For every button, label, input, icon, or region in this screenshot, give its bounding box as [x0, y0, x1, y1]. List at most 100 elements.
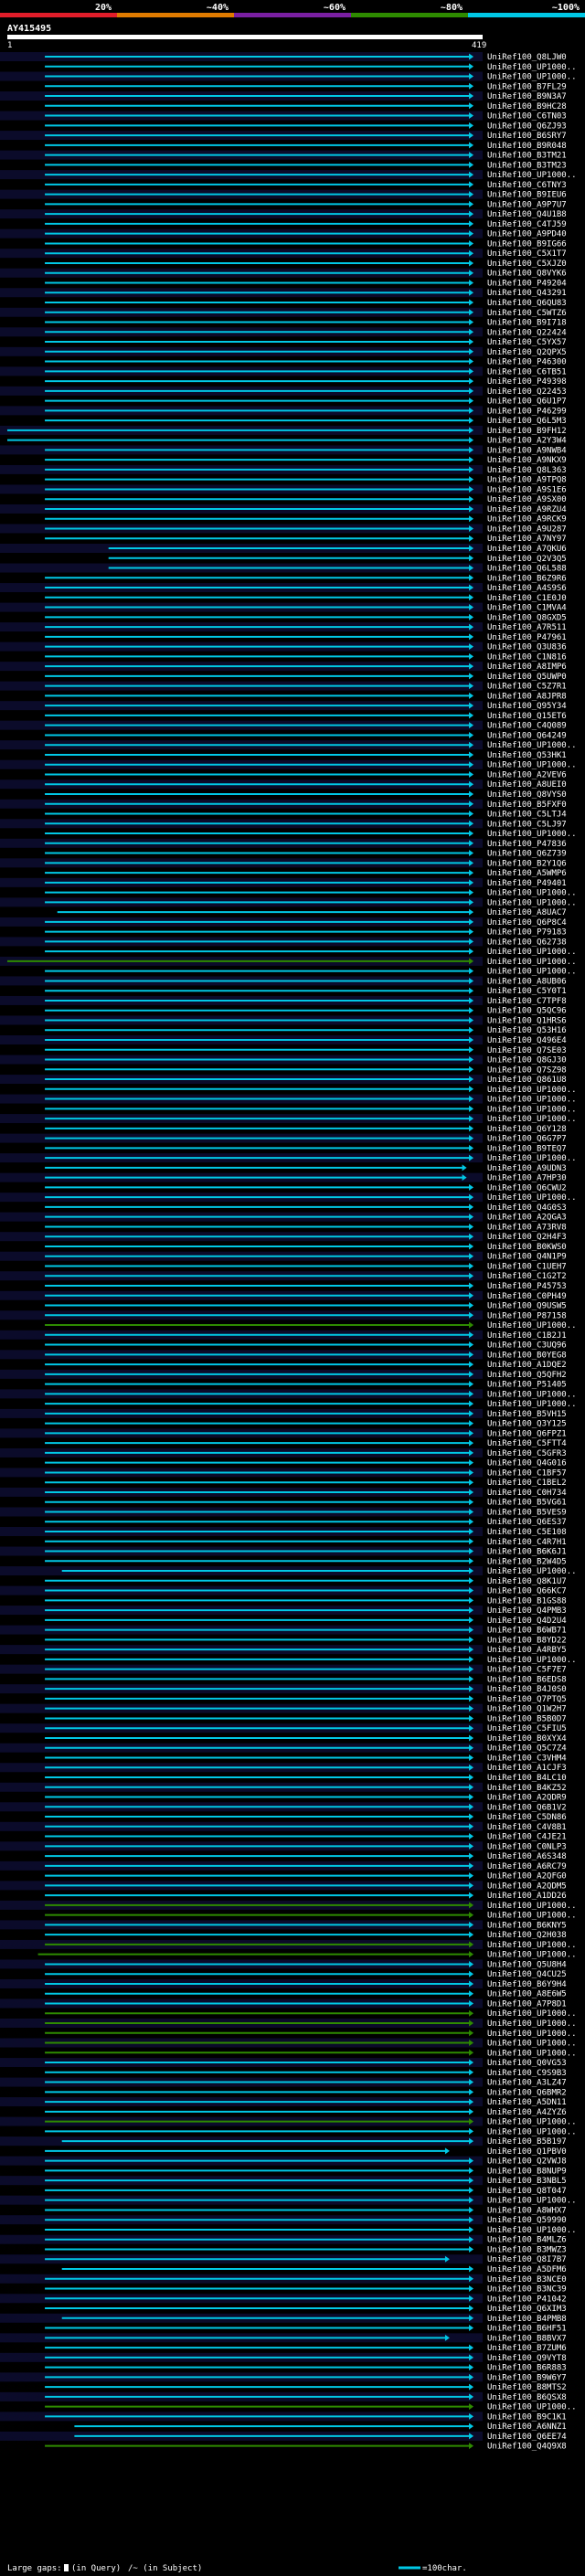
hit-label[interactable]: UniRef100_A2Y3W4: [487, 437, 567, 446]
hit-label[interactable]: UniRef100_B6Z9R6: [487, 574, 567, 583]
hit-label[interactable]: UniRef100_P41042: [487, 2295, 567, 2304]
hit-label[interactable]: UniRef100_B6K6J1: [487, 1548, 567, 1557]
hit-label[interactable]: UniRef100_C5GFR3: [487, 1449, 567, 1458]
hit-label[interactable]: UniRef100_B6QSX8: [487, 2393, 567, 2402]
hit-label[interactable]: UniRef100_UP1000..: [487, 73, 577, 82]
hit-label[interactable]: UniRef100_B6R883: [487, 2364, 567, 2373]
hit-label[interactable]: UniRef100_P47961: [487, 633, 567, 642]
hit-label[interactable]: UniRef100_B3NBL5: [487, 2177, 567, 2186]
hit-label[interactable]: UniRef100_B9R048: [487, 142, 567, 151]
hit-label[interactable]: UniRef100_B3NCE0: [487, 2275, 567, 2284]
hit-label[interactable]: UniRef100_Q62738: [487, 938, 567, 947]
hit-label[interactable]: UniRef100_B9W6Y7: [487, 2373, 567, 2382]
hit-label[interactable]: UniRef100_B5VES9: [487, 1508, 567, 1517]
hit-label[interactable]: UniRef100_UP1000..: [487, 2403, 577, 2412]
hit-label[interactable]: UniRef100_Q6Y128: [487, 1125, 567, 1134]
hit-label[interactable]: UniRef100_P79183: [487, 928, 567, 938]
hit-label[interactable]: UniRef100_UP1000..: [487, 2127, 577, 2136]
hit-label[interactable]: UniRef100_Q6G7P7: [487, 1135, 567, 1144]
hit-label[interactable]: UniRef100_Q4Q9X8: [487, 2443, 567, 2452]
hit-label[interactable]: UniRef100_B4J0S0: [487, 1685, 567, 1694]
hit-label[interactable]: UniRef100_Q2H4F3: [487, 1233, 567, 1242]
hit-label[interactable]: UniRef100_Q6P8C4: [487, 918, 567, 928]
hit-label[interactable]: UniRef100_Q5QC96: [487, 1007, 567, 1016]
hit-label[interactable]: UniRef100_A9P7U7: [487, 200, 567, 209]
hit-label[interactable]: UniRef100_Q3U836: [487, 643, 567, 652]
hit-label[interactable]: UniRef100_B5VG61: [487, 1499, 567, 1508]
hit-label[interactable]: UniRef100_B6SRY7: [487, 132, 567, 141]
hit-label[interactable]: UniRef100_C5X1T7: [487, 249, 567, 259]
hit-label[interactable]: UniRef100_B5VH15: [487, 1410, 567, 1419]
hit-label[interactable]: UniRef100_A7R511: [487, 623, 567, 632]
hit-label[interactable]: UniRef100_Q66KC7: [487, 1587, 567, 1596]
hit-label[interactable]: UniRef100_B9IG66: [487, 239, 567, 249]
hit-label[interactable]: UniRef100_A9NWB4: [487, 446, 567, 455]
hit-label[interactable]: UniRef100_UP1000..: [487, 1154, 577, 1163]
hit-label[interactable]: UniRef100_A5WMP6: [487, 869, 567, 878]
hit-label[interactable]: UniRef100_C4R7H1: [487, 1538, 567, 1547]
hit-label[interactable]: UniRef100_C6TN03: [487, 112, 567, 122]
hit-label[interactable]: UniRef100_B3MWZ3: [487, 2245, 567, 2254]
hit-label[interactable]: UniRef100_UP1000..: [487, 1321, 577, 1330]
hit-label[interactable]: UniRef100_A8IMP6: [487, 663, 567, 672]
hit-label[interactable]: UniRef100_C1N816: [487, 652, 567, 662]
hit-label[interactable]: UniRef100_B4MLZ6: [487, 2236, 567, 2245]
hit-label[interactable]: UniRef100_Q6U1P7: [487, 398, 567, 407]
hit-label[interactable]: UniRef100_A1CJF3: [487, 1764, 567, 1773]
hit-label[interactable]: UniRef100_Q8T047: [487, 2187, 567, 2196]
hit-label[interactable]: UniRef100_A7P8D1: [487, 1999, 567, 2009]
hit-label[interactable]: UniRef100_UP1000..: [487, 1912, 577, 1921]
hit-label[interactable]: UniRef100_Q6FPZ1: [487, 1429, 567, 1438]
hit-label[interactable]: UniRef100_A2QDR9: [487, 1794, 567, 1803]
hit-label[interactable]: UniRef100_Q6XIM3: [487, 2305, 567, 2314]
hit-label[interactable]: UniRef100_B6KNY5: [487, 1921, 567, 1930]
hit-label[interactable]: UniRef100_Q3Y125: [487, 1420, 567, 1429]
hit-label[interactable]: UniRef100_UP1000..: [487, 898, 577, 907]
hit-label[interactable]: UniRef100_UP1000..: [487, 1086, 577, 1095]
hit-label[interactable]: UniRef100_A6S348: [487, 1852, 567, 1861]
hit-label[interactable]: UniRef100_A2QFG0: [487, 1872, 567, 1882]
hit-label[interactable]: UniRef100_C1UEH7: [487, 1262, 567, 1271]
hit-label[interactable]: UniRef100_A9RZU4: [487, 505, 567, 514]
hit-label[interactable]: UniRef100_B3TM23: [487, 161, 567, 170]
hit-label[interactable]: UniRef100_UP1000..: [487, 2197, 577, 2206]
hit-label[interactable]: UniRef100_B9TEQ7: [487, 1144, 567, 1153]
hit-label[interactable]: UniRef100_C5F7E7: [487, 1666, 567, 1675]
hit-label[interactable]: UniRef100_A7HP30: [487, 1174, 567, 1183]
hit-label[interactable]: UniRef100_C5Z7R1: [487, 683, 567, 692]
hit-label[interactable]: UniRef100_C4Q089: [487, 722, 567, 731]
hit-label[interactable]: UniRef100_C1E0J0: [487, 594, 567, 603]
hit-label[interactable]: UniRef100_UP1000..: [487, 2226, 577, 2235]
hit-label[interactable]: UniRef100_UP1000..: [487, 958, 577, 967]
hit-label[interactable]: UniRef100_Q1W2H7: [487, 1705, 567, 1714]
hit-label[interactable]: UniRef100_Q6ZJ93: [487, 122, 567, 131]
hit-label[interactable]: UniRef100_Q8VYK6: [487, 270, 567, 279]
hit-label[interactable]: UniRef100_UP1000..: [487, 741, 577, 750]
hit-label[interactable]: UniRef100_UP1000..: [487, 1656, 577, 1665]
hit-label[interactable]: UniRef100_UP1000..: [487, 171, 577, 180]
hit-label[interactable]: UniRef100_Q4G016: [487, 1459, 567, 1468]
hit-label[interactable]: UniRef100_B0KWS0: [487, 1243, 567, 1252]
hit-label[interactable]: UniRef100_A2QGA3: [487, 1214, 567, 1223]
hit-label[interactable]: UniRef100_A9PD40: [487, 230, 567, 239]
hit-label[interactable]: UniRef100_UP1000..: [487, 968, 577, 977]
hit-label[interactable]: UniRef100_A9RCK9: [487, 515, 567, 525]
hit-label[interactable]: UniRef100_A1DQE2: [487, 1361, 567, 1370]
hit-label[interactable]: UniRef100_Q5QFH2: [487, 1371, 567, 1380]
hit-label[interactable]: UniRef100_B5B197: [487, 2137, 567, 2147]
hit-label[interactable]: UniRef100_Q6L588: [487, 565, 567, 574]
hit-label[interactable]: UniRef100_B0XYX4: [487, 1734, 567, 1744]
hit-label[interactable]: UniRef100_Q1PBV0: [487, 2147, 567, 2157]
hit-label[interactable]: UniRef100_Q59990: [487, 2216, 567, 2225]
hit-label[interactable]: UniRef100_C5DN86: [487, 1813, 567, 1822]
hit-label[interactable]: UniRef100_C5WTZ6: [487, 309, 567, 318]
hit-label[interactable]: UniRef100_A5DN11: [487, 2098, 567, 2107]
hit-label[interactable]: UniRef100_Q6L5M3: [487, 417, 567, 426]
hit-label[interactable]: UniRef100_P46299: [487, 407, 567, 416]
hit-label[interactable]: UniRef100_UP1000..: [487, 1390, 577, 1399]
hit-label[interactable]: UniRef100_P46300: [487, 358, 567, 367]
hit-label[interactable]: UniRef100_C6TB51: [487, 367, 567, 376]
hit-label[interactable]: UniRef100_Q6Z739: [487, 850, 567, 859]
hit-label[interactable]: UniRef100_UP1000..: [487, 889, 577, 898]
hit-label[interactable]: UniRef100_UP1000..: [487, 1115, 577, 1124]
